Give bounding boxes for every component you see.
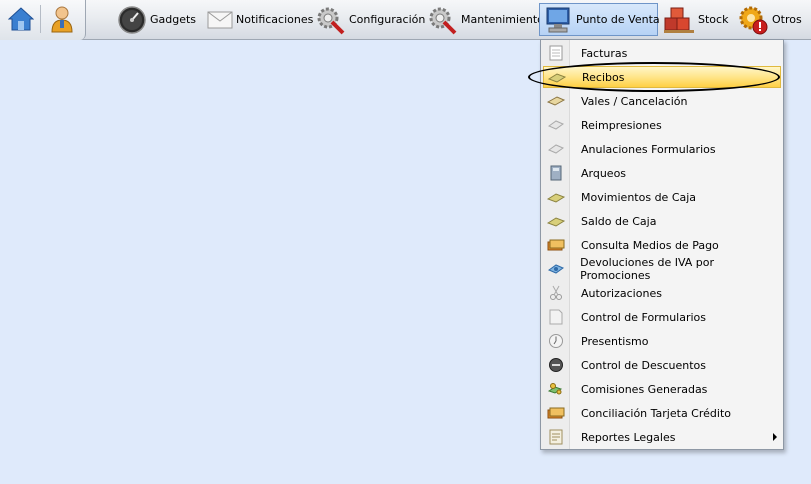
punto-de-venta-menu: Facturas Recibos Vales / Cancelación Rei…: [540, 39, 784, 450]
menu-item-label: Control de Descuentos: [581, 358, 707, 372]
boxes-icon: [664, 7, 694, 33]
toolbar-stock-label: Stock: [698, 13, 729, 26]
reprint-icon: [547, 120, 565, 130]
gauge-icon: [118, 5, 146, 34]
toolbar-stock[interactable]: Stock: [660, 3, 731, 36]
menu-item-anulaciones-formularios[interactable]: Anulaciones Formularios: [543, 138, 781, 160]
menu-item-control-de-formularios[interactable]: Control de Formularios: [543, 306, 781, 328]
menu-item-facturas[interactable]: Facturas: [543, 42, 781, 64]
form-icon: [549, 309, 563, 325]
toolbar-otros-label: Otros: [772, 13, 802, 26]
menu-item-devoluciones-iva[interactable]: Devoluciones de IVA por Promociones: [543, 256, 781, 282]
money-icon: [547, 193, 565, 203]
menu-item-label: Reportes Legales: [581, 430, 676, 444]
toolbar-notificaciones[interactable]: Notificaciones: [204, 3, 316, 36]
cards-icon: [547, 239, 565, 251]
toolbar-mantenimiento[interactable]: Mantenimiento: [423, 3, 547, 36]
toolbar-punto-de-venta[interactable]: Punto de Venta: [539, 3, 660, 36]
submenu-arrow-icon: [773, 433, 777, 441]
menu-item-label: Vales / Cancelación: [581, 94, 688, 108]
toolbar-configuracion[interactable]: Configuración: [311, 3, 428, 36]
money-icon: [547, 217, 565, 227]
menu-item-label: Devoluciones de IVA por Promociones: [580, 256, 715, 282]
envelope-icon: [207, 11, 233, 28]
computer-icon: [546, 7, 570, 32]
menu-item-label: Arqueos: [581, 166, 627, 180]
menu-item-label: Control de Formularios: [581, 310, 707, 324]
menu-item-vales-cancelacion[interactable]: Vales / Cancelación: [543, 90, 781, 112]
menu-item-consulta-medios-de-pago[interactable]: Consulta Medios de Pago: [543, 234, 781, 256]
toolbar-notificaciones-label: Notificaciones: [236, 13, 314, 26]
menu-item-label: Comisiones Generadas: [581, 382, 708, 396]
toolbar-divider: [40, 5, 41, 33]
coins-icon: [547, 383, 563, 395]
toolbar-configuracion-label: Configuración: [349, 13, 426, 26]
menu-item-label: Saldo de Caja: [581, 214, 657, 228]
user-button[interactable]: [44, 3, 80, 35]
sale-tag-icon: [549, 358, 563, 372]
menu-item-comisiones-generadas[interactable]: Comisiones Generadas: [543, 378, 781, 400]
menu-item-label: Facturas: [581, 46, 628, 60]
menu-item-reimpresiones[interactable]: Reimpresiones: [543, 114, 781, 136]
menu-item-label: Movimientos de Caja: [581, 190, 697, 204]
gear-wrench-icon: [429, 7, 457, 34]
menu-item-arqueos[interactable]: Arqueos: [543, 162, 781, 184]
menu-item-label: Recibos: [582, 70, 625, 84]
quick-access-group: [0, 0, 86, 40]
menu-item-saldo-de-caja[interactable]: Saldo de Caja: [543, 210, 781, 232]
scissors-icon: [550, 285, 562, 300]
menu-item-label: Anulaciones Formularios: [581, 142, 716, 156]
gear-wrench-icon: [317, 7, 345, 34]
menu-item-label: Autorizaciones: [581, 286, 662, 300]
toolbar-punto-de-venta-label: Punto de Venta: [576, 13, 660, 26]
menu-item-conciliacion-tarjeta-credito[interactable]: Conciliación Tarjeta Crédito: [543, 402, 781, 424]
menu-item-autorizaciones[interactable]: Autorizaciones: [543, 282, 781, 304]
home-button[interactable]: [3, 3, 39, 35]
menu-item-recibos[interactable]: Recibos: [543, 66, 781, 88]
toolbar-mantenimiento-label: Mantenimiento: [461, 13, 544, 26]
gear-alert-icon: [739, 6, 768, 34]
menu-item-reportes-legales[interactable]: Reportes Legales: [543, 426, 781, 448]
main-toolbar: Gadgets Notificaciones Configuración Man…: [0, 0, 811, 40]
menu-item-presentismo[interactable]: Presentismo: [543, 330, 781, 352]
toolbar-gadgets-label: Gadgets: [150, 13, 197, 26]
menu-item-movimientos-de-caja[interactable]: Movimientos de Caja: [543, 186, 781, 208]
voucher-icon: [547, 96, 565, 106]
menu-item-label: Consulta Medios de Pago: [581, 238, 719, 252]
cards-icon: [547, 407, 565, 419]
home-icon: [8, 7, 34, 31]
menu-item-label: Presentismo: [581, 334, 649, 348]
user-icon: [51, 6, 73, 33]
menu-item-control-de-descuentos[interactable]: Control de Descuentos: [543, 354, 781, 376]
calculator-icon: [550, 165, 562, 181]
report-icon: [549, 429, 563, 445]
menu-item-label: Conciliación Tarjeta Crédito: [581, 406, 731, 420]
money-icon: [548, 73, 566, 83]
menu-item-label: Reimpresiones: [581, 118, 662, 132]
document-icon: [549, 45, 563, 61]
toolbar-gadgets[interactable]: Gadgets: [114, 3, 199, 36]
toolbar-otros[interactable]: Otros: [734, 3, 805, 36]
reprint-icon: [547, 144, 565, 154]
refund-icon: [547, 264, 564, 274]
clock-icon: [549, 334, 563, 348]
